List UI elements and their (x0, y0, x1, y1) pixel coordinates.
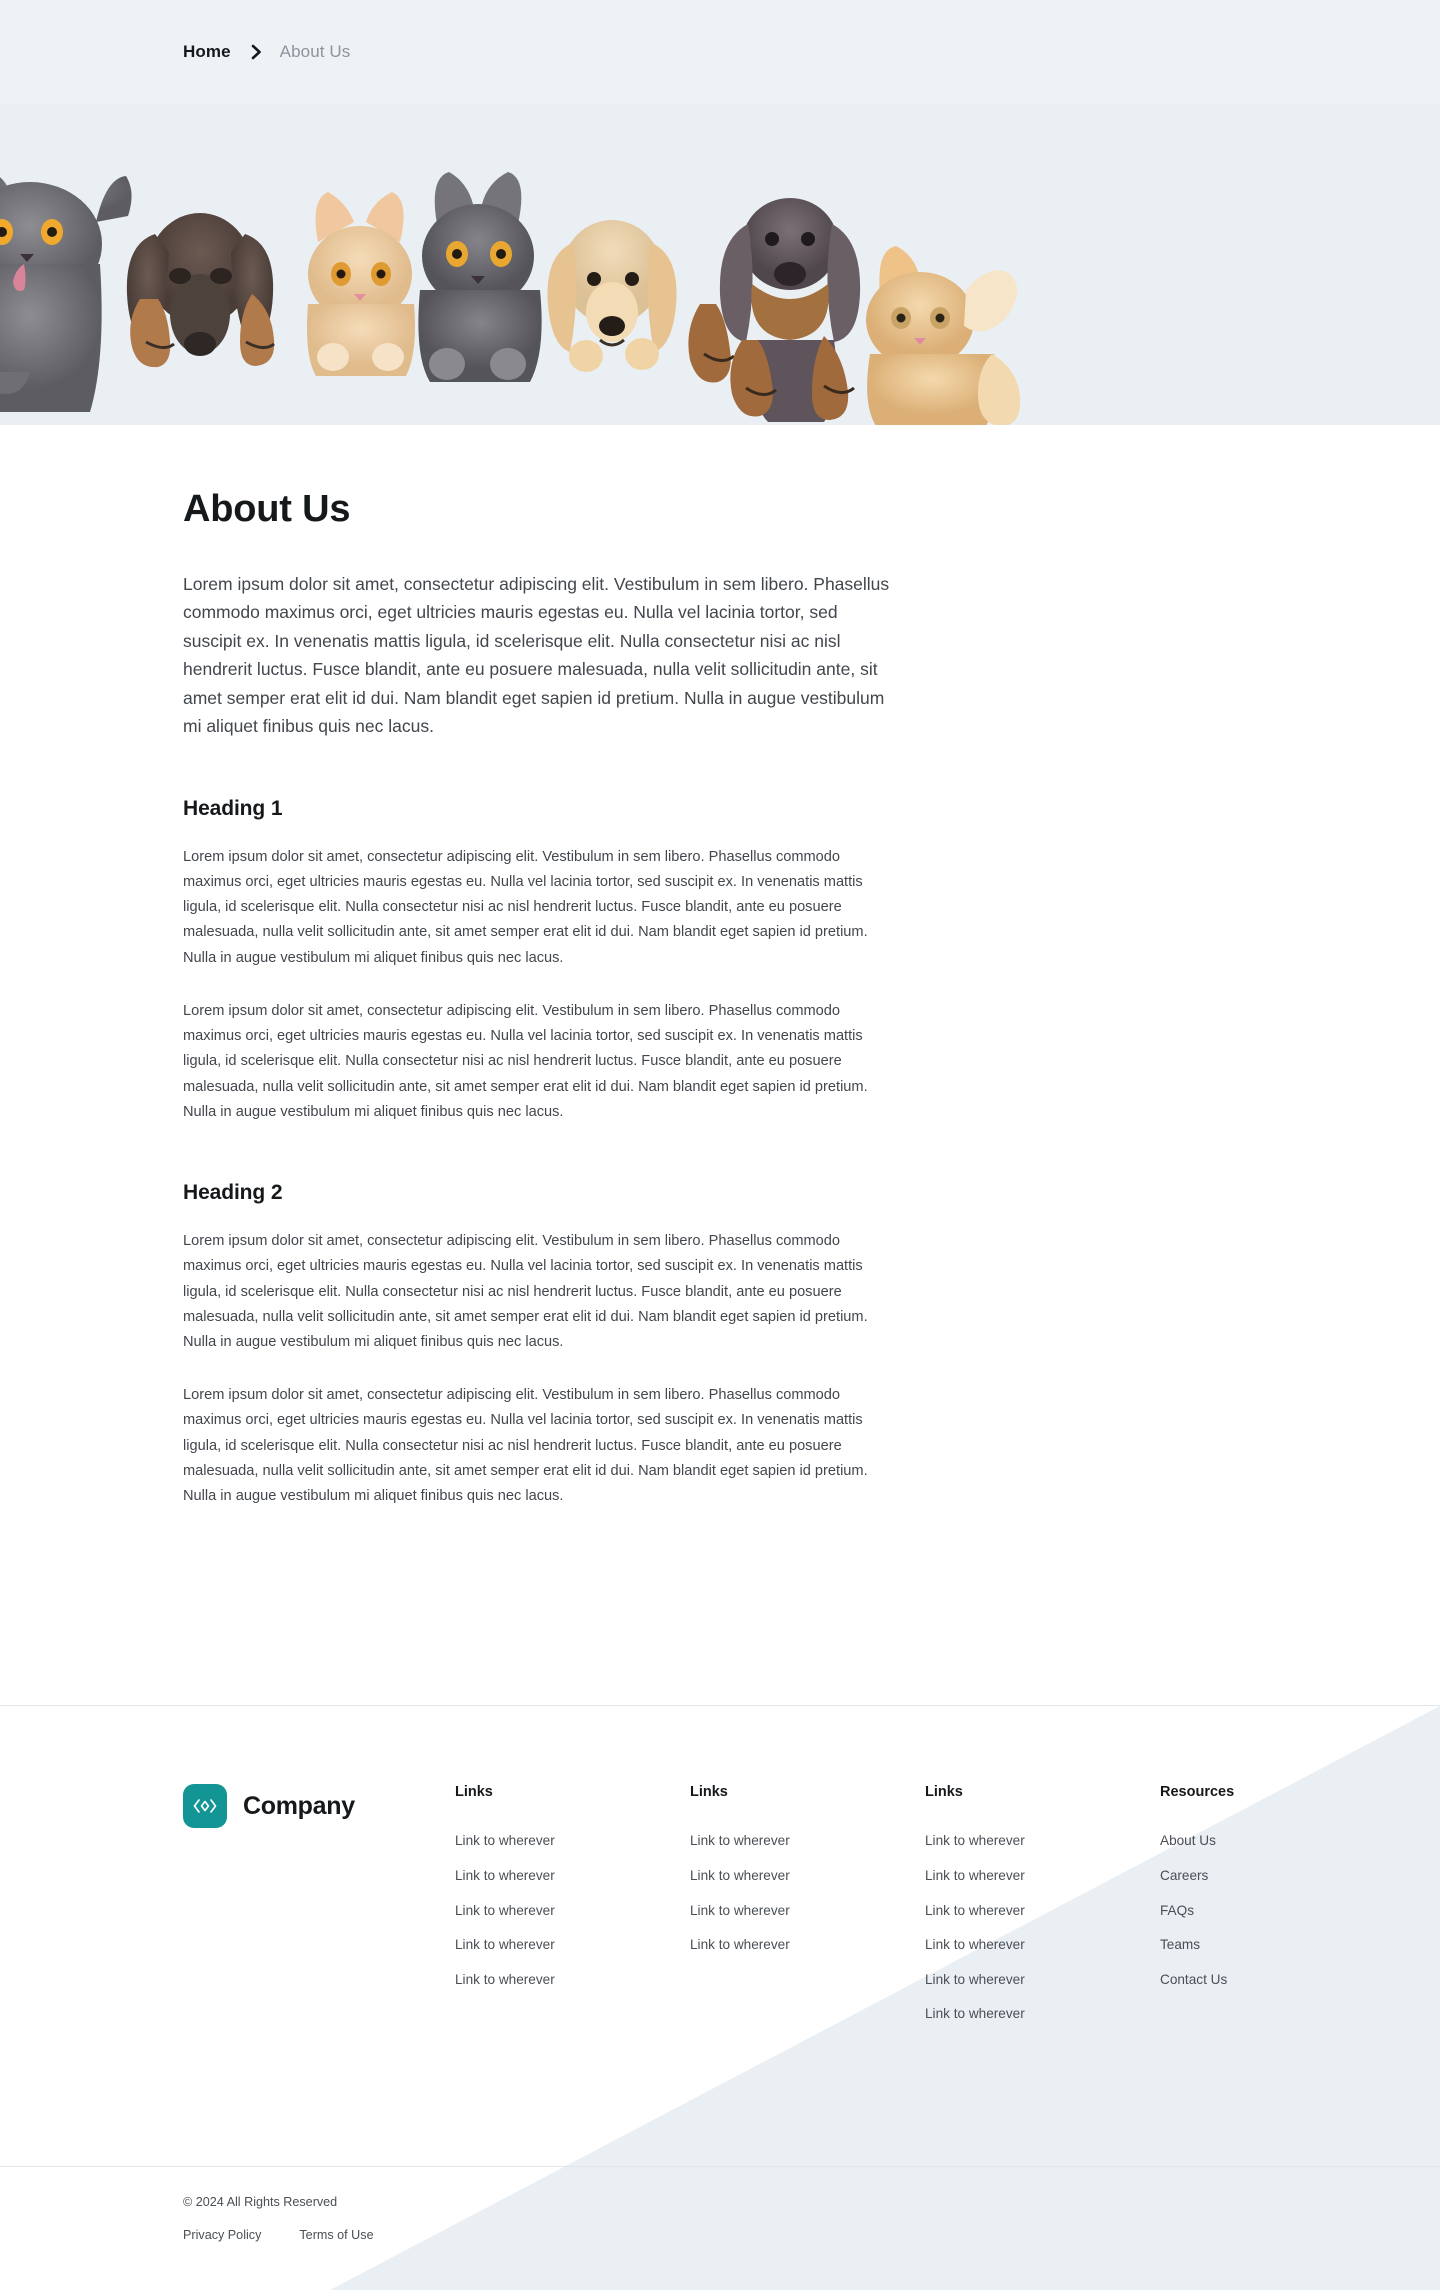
breadcrumb-link-home[interactable]: Home (183, 42, 231, 62)
footer-column-links-3: Links Link to wherever Link to wherever … (925, 1784, 1160, 2166)
footer-link[interactable]: Link to wherever (925, 1864, 1025, 1888)
footer-link[interactable]: Link to wherever (925, 1968, 1025, 1992)
footer-link[interactable]: Link to wherever (690, 1864, 790, 1888)
section-2-paragraph-1: Lorem ipsum dolor sit amet, consectetur … (183, 1233, 868, 1350)
hero-pet-dachshund (719, 198, 861, 422)
footer-brand-name: Company (243, 1791, 355, 1820)
footer-brand[interactable]: Company (183, 1784, 455, 1829)
footer-link[interactable]: Link to wherever (455, 1899, 555, 1923)
footer-link-teams[interactable]: Teams (1160, 1933, 1200, 1957)
section-2-paragraph-2: Lorem ipsum dolor sit amet, consectetur … (183, 1387, 868, 1505)
section-1-paragraph-1: Lorem ipsum dolor sit amet, consectetur … (183, 848, 868, 966)
site-footer: Company Links Link to wherever Link to w… (0, 1705, 1440, 2291)
footer-link[interactable]: Link to wherever (455, 1933, 555, 1957)
section-heading-1: Heading 1 (183, 796, 283, 820)
footer-link[interactable]: Link to wherever (455, 1829, 555, 1853)
footer-link[interactable]: Link to wherever (455, 1968, 555, 1992)
footer-link[interactable]: Link to wherever (455, 1864, 555, 1888)
footer-link[interactable]: Link to wherever (925, 1829, 1025, 1853)
footer-link-about-us[interactable]: About Us (1160, 1829, 1216, 1853)
page-title: About Us (183, 488, 351, 530)
breadcrumb: Home About Us (0, 0, 1440, 104)
footer-column-links-2: Links Link to wherever Link to wherever … (690, 1784, 925, 2166)
footer-link-careers[interactable]: Careers (1160, 1864, 1208, 1888)
footer-column-links-1: Links Link to wherever Link to wherever … (455, 1784, 690, 2166)
terms-of-use-link[interactable]: Terms of Use (299, 2228, 373, 2242)
footer-link[interactable]: Link to wherever (925, 1899, 1025, 1923)
footer-brand-column: Company (183, 1784, 455, 2166)
footer-link-contact-us[interactable]: Contact Us (1160, 1968, 1227, 1992)
main-content: About Us Lorem ipsum dolor sit amet, con… (0, 425, 1440, 1706)
footer-column-title: Links (690, 1784, 728, 1801)
privacy-policy-link[interactable]: Privacy Policy (183, 2228, 261, 2242)
about-us-page: Home About Us About Us Lorem ipsum dolor… (0, 0, 1440, 2291)
content-bottom-spacer (183, 1509, 1257, 1705)
footer-column-resources: Resources About Us Careers FAQs Teams Co… (1160, 1784, 1234, 2166)
intro-paragraph: Lorem ipsum dolor sit amet, consectetur … (183, 573, 890, 737)
footer-link[interactable]: Link to wherever (690, 1933, 790, 1957)
footer-link[interactable]: Link to wherever (925, 2002, 1025, 2026)
footer-link[interactable]: Link to wherever (690, 1899, 790, 1923)
breadcrumb-current: About Us (279, 42, 351, 61)
copyright-text: © 2024 All Rights Reserved (183, 2195, 338, 2210)
footer-link-faqs[interactable]: FAQs (1160, 1899, 1194, 1923)
footer-column-title: Resources (1160, 1784, 1235, 1801)
section-1-paragraph-2: Lorem ipsum dolor sit amet, consectetur … (183, 1002, 868, 1120)
footer-link[interactable]: Link to wherever (690, 1829, 790, 1853)
footer-column-title: Links (455, 1784, 493, 1801)
code-diamond-icon (183, 1784, 227, 1829)
chevron-right-icon (251, 44, 262, 60)
footer-column-title: Links (925, 1784, 963, 1801)
footer-bottom-bar: © 2024 All Rights Reserved Privacy Polic… (0, 2166, 1440, 2290)
hero-banner-image (0, 104, 1440, 425)
legal-links: Privacy Policy Terms of Use (183, 2228, 1257, 2242)
section-heading-2: Heading 2 (183, 1181, 283, 1205)
footer-link[interactable]: Link to wherever (925, 1933, 1025, 1957)
footer-columns: Company Links Link to wherever Link to w… (0, 1706, 1440, 2166)
